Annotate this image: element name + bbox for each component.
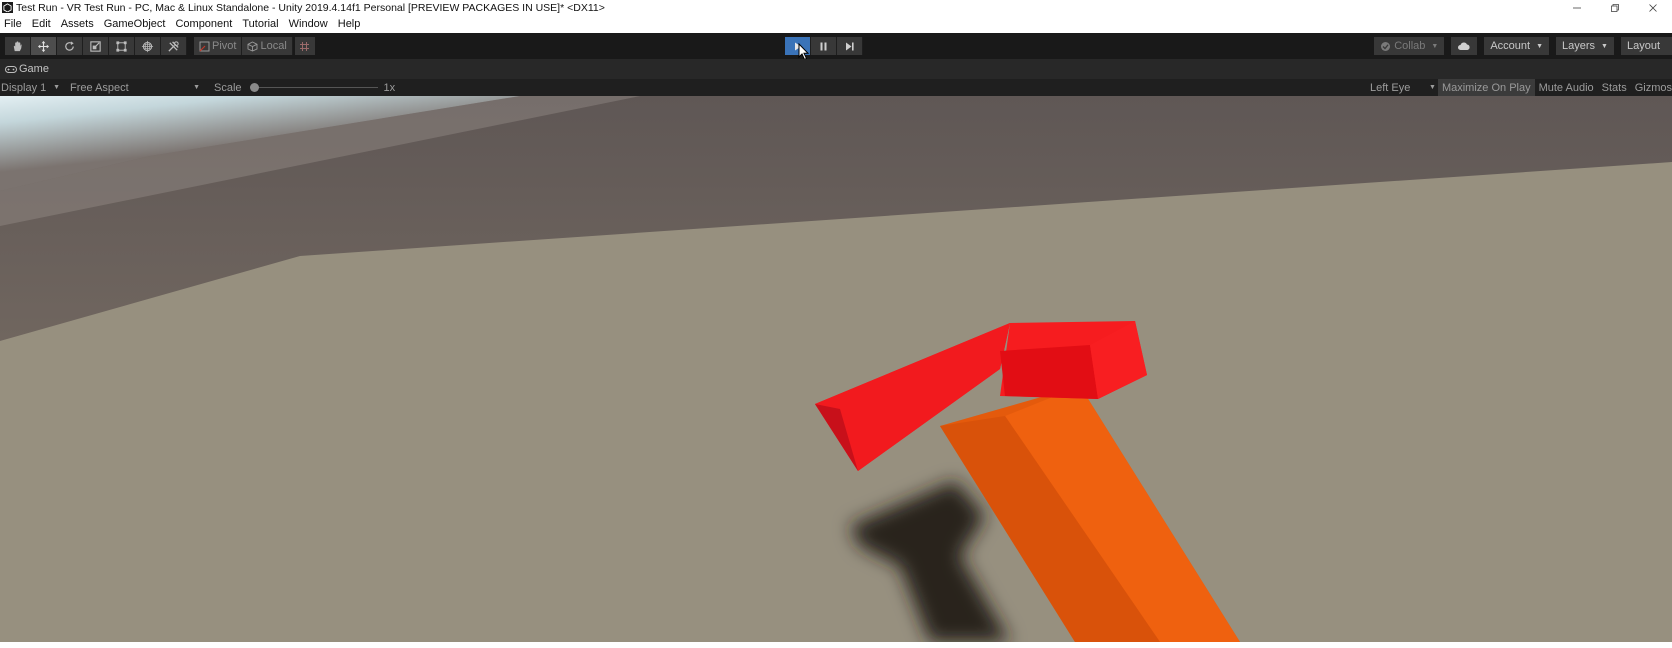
move-icon (37, 40, 50, 52)
menu-gameobject[interactable]: GameObject (99, 18, 171, 30)
mute-audio-label: Mute Audio (1538, 81, 1594, 94)
stats-toggle[interactable]: Stats (1598, 79, 1631, 96)
rotate-tool-button[interactable] (57, 37, 83, 55)
collab-label: Collab (1394, 40, 1426, 52)
close-button[interactable] (1634, 0, 1672, 15)
pivot-toggles: Pivot Local (194, 37, 315, 55)
grid-snap-button[interactable] (294, 37, 315, 55)
menu-assets[interactable]: Assets (56, 18, 99, 30)
pivot-label: Pivot (212, 40, 237, 52)
menu-bar: File Edit Assets GameObject Component Tu… (0, 15, 1672, 33)
scale-control: Scale 1x (214, 79, 395, 96)
scene-render (0, 96, 1672, 642)
game-view-options: Display 1 ▼ Free Aspect ▼ Scale 1x Left … (0, 79, 1672, 96)
chevron-down-icon: ▼ (1536, 42, 1543, 50)
bottom-border (0, 642, 1672, 648)
eye-label: Left Eye (1369, 81, 1411, 94)
menu-edit[interactable]: Edit (27, 18, 56, 30)
close-icon (1649, 3, 1657, 12)
layout-dropdown[interactable]: Layout (1620, 37, 1672, 55)
chevron-down-icon: ▼ (193, 84, 200, 91)
cloud-icon (1458, 42, 1470, 50)
step-button[interactable] (837, 37, 863, 55)
move-tool-button[interactable] (31, 37, 57, 55)
scale-slider[interactable] (249, 79, 378, 96)
pivot-icon (199, 41, 210, 51)
menu-component[interactable]: Component (170, 18, 237, 30)
game-view-toggles: Left Eye ▼ Maximize On Play Mute Audio S… (1366, 79, 1672, 96)
local-label: Local (260, 40, 287, 52)
chevron-down-icon: ▼ (1429, 84, 1436, 91)
transform-tool-button[interactable] (135, 37, 161, 55)
unity-logo-icon (2, 2, 13, 13)
rect-tool-button[interactable] (109, 37, 135, 55)
chevron-down-icon: ▼ (1431, 42, 1439, 50)
hand-tool-button[interactable] (5, 37, 31, 55)
local-toggle-button[interactable]: Local (242, 37, 293, 55)
restore-button[interactable] (1596, 0, 1634, 15)
step-icon (846, 42, 854, 50)
scale-icon (90, 40, 101, 52)
rect-icon (116, 40, 127, 52)
main-toolbar: Pivot Local Collab ▼ Account ▼ Layers ▼ … (0, 33, 1672, 59)
menu-help[interactable]: Help (333, 18, 366, 30)
stats-label: Stats (1601, 81, 1627, 94)
minimize-icon (1573, 7, 1581, 8)
scale-value: 1x (383, 81, 396, 94)
transform-tools (5, 37, 187, 55)
aspect-label: Free Aspect (70, 81, 129, 94)
tab-game[interactable]: Game (0, 63, 49, 75)
maximize-on-play-toggle[interactable]: Maximize On Play (1437, 79, 1535, 96)
window-controls (1558, 0, 1672, 15)
account-dropdown[interactable]: Account ▼ (1484, 37, 1549, 55)
right-toolbar: Collab ▼ Account ▼ Layers ▼ Layout (1374, 37, 1672, 55)
title-bar: Test Run - VR Test Run - PC, Mac & Linux… (0, 0, 1672, 15)
grid-snap-icon (300, 41, 310, 51)
rotate-icon (65, 40, 74, 51)
game-tab-label: Game (19, 63, 49, 75)
custom-tool-button[interactable] (161, 37, 187, 55)
chevron-down-icon: ▼ (1601, 42, 1608, 50)
restore-icon (1611, 3, 1619, 12)
window-title: Test Run - VR Test Run - PC, Mac & Linux… (16, 1, 605, 14)
hammer-head-front (1000, 345, 1098, 399)
display-dropdown[interactable]: Display 1 ▼ (0, 79, 64, 96)
menu-tutorial[interactable]: Tutorial (237, 18, 283, 30)
transform-icon (141, 40, 154, 52)
pause-icon (820, 42, 827, 50)
layout-label: Layout (1626, 40, 1660, 52)
gizmos-label: Gizmos (1634, 81, 1672, 94)
account-label: Account (1490, 40, 1531, 52)
game-tab-bar: Game (0, 59, 1672, 79)
maximize-on-play-label: Maximize On Play (1441, 81, 1531, 94)
game-viewport[interactable] (0, 96, 1672, 642)
menu-window[interactable]: Window (284, 18, 333, 30)
chevron-down-icon: ▼ (53, 84, 60, 91)
hand-icon (13, 40, 22, 51)
aspect-dropdown[interactable]: Free Aspect ▼ (64, 79, 204, 96)
pivot-toggle-button[interactable]: Pivot (194, 37, 243, 55)
collab-check-icon (1381, 41, 1391, 51)
pause-button[interactable] (811, 37, 837, 55)
scale-slider-thumb[interactable] (249, 83, 259, 92)
local-icon (248, 40, 258, 51)
mute-audio-toggle[interactable]: Mute Audio (1535, 79, 1598, 96)
custom-tools-icon (168, 40, 179, 52)
minimize-button[interactable] (1558, 0, 1596, 15)
cloud-button[interactable] (1451, 37, 1478, 55)
scale-tool-button[interactable] (83, 37, 109, 55)
eye-dropdown[interactable]: Left Eye ▼ (1366, 79, 1438, 96)
collab-button[interactable]: Collab ▼ (1374, 37, 1445, 55)
gizmos-toggle[interactable]: Gizmos (1631, 79, 1672, 96)
scale-slider-track (249, 87, 378, 88)
layers-label: Layers (1562, 40, 1596, 52)
scale-label: Scale (214, 81, 242, 94)
gamepad-icon (5, 65, 17, 73)
playback-controls (785, 37, 863, 55)
display-label: Display 1 (1, 81, 47, 94)
layers-dropdown[interactable]: Layers ▼ (1556, 37, 1614, 55)
menu-file[interactable]: File (0, 18, 27, 30)
